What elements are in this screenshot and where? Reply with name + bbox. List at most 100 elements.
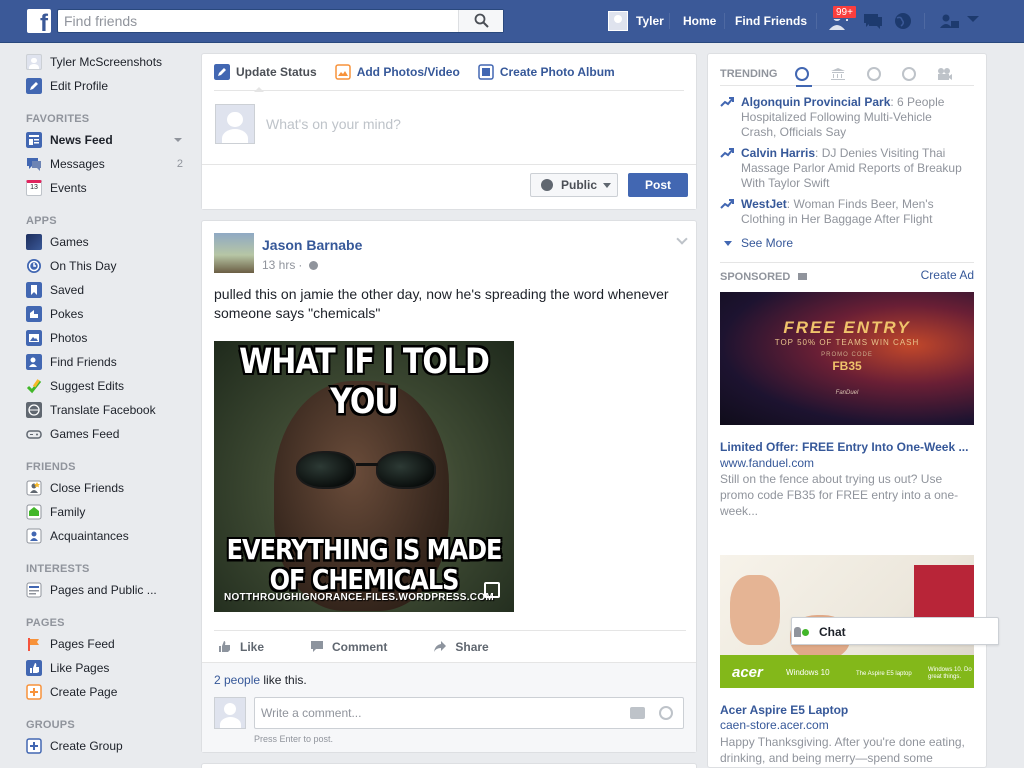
sidebar-item-pages-and-public[interactable]: Pages and Public ... — [26, 578, 191, 602]
post-button[interactable]: Post — [628, 173, 688, 197]
sidebar-item-news-feed[interactable]: News Feed — [26, 128, 191, 152]
privacy-selector[interactable]: Public — [530, 173, 618, 197]
author-name-link[interactable]: Jason Barnabe — [262, 237, 362, 253]
share-button[interactable]: Share — [433, 640, 489, 654]
messages-icon[interactable] — [862, 11, 884, 31]
sidebar-item-like-pages[interactable]: Like Pages — [26, 656, 191, 680]
trending-item[interactable]: WestJet: Woman Finds Beer, Men's Clothin… — [720, 197, 970, 227]
sidebar-item-label: Create Group — [50, 739, 123, 753]
ad-url-link[interactable]: caen-store.acer.com — [720, 718, 829, 732]
trending-item[interactable]: Calvin Harris: DJ Denies Visiting Thai M… — [720, 146, 970, 191]
ad-image[interactable]: FREE ENTRY TOP 50% OF TEAMS WIN CASH PRO… — [720, 292, 974, 425]
sidebar-item-family[interactable]: Family — [26, 500, 191, 524]
account-dropdown-icon[interactable] — [966, 14, 980, 24]
trending-topic-title[interactable]: Calvin Harris — [741, 146, 815, 160]
see-more-link[interactable]: See More — [724, 236, 793, 250]
sidebar-item-create-page[interactable]: Create Page — [26, 680, 191, 704]
sidebar-item-close-friends[interactable]: Close Friends — [26, 476, 191, 500]
science-tech-icon[interactable] — [867, 66, 882, 81]
create-page-icon — [26, 684, 42, 700]
ad-url-link[interactable]: www.fanduel.com — [720, 456, 814, 470]
sidebar-item-photos[interactable]: Photos — [26, 326, 191, 350]
sidebar-item-on-this-day[interactable]: On This Day — [26, 254, 191, 278]
right-column: TRENDING Algonquin Provincial Park: 6 Pe… — [707, 53, 987, 768]
sidebar-item-label: Pokes — [50, 307, 84, 321]
chat-tab[interactable]: Chat — [791, 617, 999, 645]
emoji-icon[interactable] — [659, 706, 673, 720]
sidebar-item-label: Events — [50, 181, 87, 195]
sidebar-item-saved[interactable]: Saved — [26, 278, 191, 302]
timestamp-text[interactable]: 13 hrs — [262, 258, 295, 272]
search-button[interactable] — [458, 10, 503, 32]
trending-topic-title[interactable]: WestJet — [741, 197, 787, 211]
sidebar-item-suggest-edits[interactable]: Suggest Edits — [26, 374, 191, 398]
tab-add-photos-video[interactable]: Add Photos/Video — [334, 54, 460, 91]
sidebar-item-messages[interactable]: Messages 2 — [26, 152, 191, 176]
sunglasses-right-lens — [376, 451, 436, 489]
post-timestamp: 13 hrs · — [262, 258, 319, 272]
close-friends-icon — [26, 480, 42, 496]
facebook-logo[interactable]: f — [27, 9, 51, 37]
search-input[interactable] — [58, 10, 460, 32]
nav-find-friends-link[interactable]: Find Friends — [735, 14, 807, 28]
sidebar-item-pages-feed[interactable]: Pages Feed — [26, 632, 191, 656]
events-calendar-icon: 13 — [26, 180, 42, 196]
share-arrow-icon — [434, 641, 447, 652]
calendar-date-text: 13 — [30, 184, 38, 191]
top-trends-icon[interactable] — [795, 66, 813, 87]
sidebar-item-pokes[interactable]: Pokes — [26, 302, 191, 326]
trending-text: WestJet: Woman Finds Beer, Men's Clothin… — [720, 197, 970, 227]
privacy-shortcuts-icon[interactable] — [938, 11, 960, 31]
logo-glyph: f — [40, 10, 48, 37]
tab-label: Add Photos/Video — [356, 65, 460, 79]
trending-item[interactable]: Algonquin Provincial Park: 6 People Hosp… — [720, 95, 970, 140]
sidebar-item-games[interactable]: Games — [26, 230, 191, 254]
ad-title-link[interactable]: Limited Offer: FREE Entry Into One-Week … — [720, 440, 974, 454]
post-image[interactable]: WHAT IF I TOLD YOU EVERYTHING IS MADE OF… — [214, 341, 514, 612]
sidebar-item-label: Pages Feed — [50, 637, 115, 651]
story-options-chevron-icon[interactable] — [676, 233, 688, 245]
expand-image-icon[interactable] — [484, 582, 500, 598]
sidebar-profile-link[interactable]: Tyler McScreenshots — [26, 50, 191, 74]
chevron-down-icon[interactable] — [174, 138, 182, 142]
sidebar-item-create-group[interactable]: Create Group — [26, 734, 191, 758]
saved-bookmark-icon — [26, 282, 42, 298]
favorites-heading: FAVORITES — [26, 113, 90, 125]
comment-input[interactable] — [255, 698, 615, 728]
tab-update-status[interactable]: Update Status — [214, 54, 317, 92]
trending-topic-title[interactable]: Algonquin Provincial Park — [741, 95, 890, 109]
games-feed-controller-icon — [26, 430, 42, 439]
likers-link[interactable]: 2 people — [214, 673, 260, 687]
camera-icon[interactable] — [630, 707, 645, 719]
nav-profile-link[interactable]: Tyler — [608, 10, 664, 32]
pages-feed-icon — [26, 582, 42, 598]
create-ad-link[interactable]: Create Ad — [921, 268, 974, 282]
notifications-globe-icon[interactable] — [892, 11, 914, 31]
sidebar-item-label: Photos — [50, 331, 88, 345]
sidebar-item-find-friends[interactable]: Find Friends — [26, 350, 191, 374]
author-avatar[interactable] — [214, 233, 254, 273]
politics-icon[interactable] — [830, 67, 846, 81]
messages-icon — [27, 158, 41, 171]
feedback-section: 2 people like this. Press Enter to post. — [202, 662, 696, 752]
friends-heading: FRIENDS — [26, 461, 76, 473]
like-button[interactable]: Like — [218, 640, 264, 654]
games-icon — [26, 234, 42, 250]
like-pages-icon — [26, 660, 42, 676]
sidebar-item-events[interactable]: 13 Events — [26, 176, 191, 200]
messages-count-badge: 2 — [176, 158, 183, 170]
ad-title-link[interactable]: Acer Aspire E5 Laptop — [720, 703, 974, 717]
sports-icon[interactable] — [902, 66, 916, 81]
entertainment-icon[interactable] — [937, 67, 953, 81]
sidebar-item-edit-profile[interactable]: Edit Profile — [26, 74, 191, 98]
sidebar-item-label: Messages — [50, 157, 105, 171]
sidebar-item-games-feed[interactable]: Games Feed — [26, 422, 191, 446]
sidebar-item-translate-facebook[interactable]: Translate Facebook — [26, 398, 191, 422]
sidebar-item-acquaintances[interactable]: Acquaintances — [26, 524, 191, 548]
tab-create-photo-album[interactable]: Create Photo Album — [478, 54, 615, 91]
separator-dot: · — [298, 258, 303, 272]
trending-text: Calvin Harris: DJ Denies Visiting Thai M… — [720, 146, 970, 191]
comment-button[interactable]: Comment — [310, 640, 387, 654]
status-input[interactable] — [266, 116, 666, 132]
nav-home-link[interactable]: Home — [683, 14, 716, 28]
